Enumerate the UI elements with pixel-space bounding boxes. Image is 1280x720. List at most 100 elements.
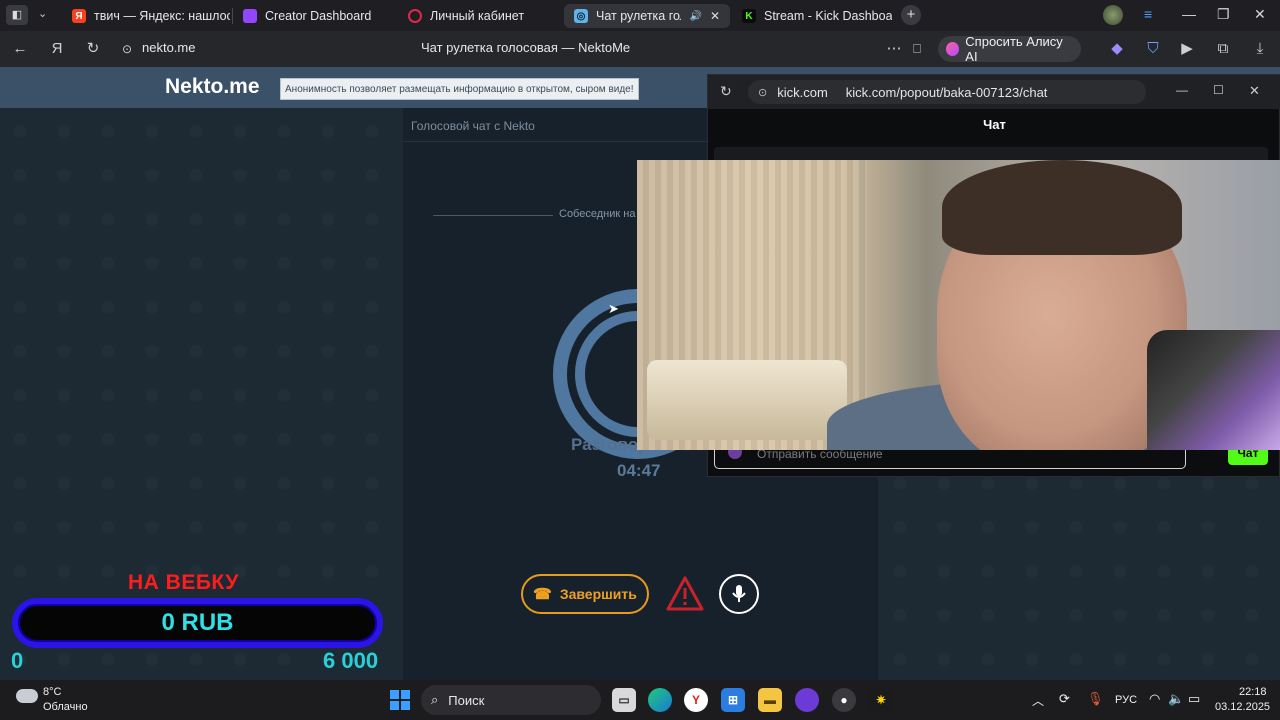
goal-progress-bar: 0 RUB (12, 598, 383, 648)
popout-minimize-icon[interactable]: — (1176, 83, 1188, 97)
yandex-home-icon[interactable]: Я (47, 39, 67, 59)
tab-label: твич — Яндекс: нашлось (94, 9, 230, 23)
mouse-cursor-icon: ➤ (608, 301, 619, 316)
close-window-icon[interactable]: ✕ (1254, 6, 1266, 23)
clock-time[interactable]: 22:18 (1239, 686, 1267, 698)
tab-label: Stream - Kick Dashboard (764, 9, 892, 23)
sync-icon[interactable]: ⟳ (1059, 691, 1070, 707)
site-info-icon: ⊙ (758, 86, 768, 99)
close-tab-icon[interactable]: ✕ (710, 9, 720, 23)
store-icon[interactable]: ⊞ (721, 688, 745, 712)
kick-icon: K (742, 9, 756, 23)
tab-voice-chat-roulette[interactable]: ◎ Чат рулетка голосов 🔊 ✕ (564, 4, 730, 28)
reload-icon[interactable]: ↻ (83, 39, 103, 59)
yandex-icon: Я (72, 9, 86, 23)
webcam-feed (637, 160, 1280, 450)
peer-status-text: Собеседник на (559, 208, 636, 220)
goal-current-amount: 0 RUB (161, 609, 234, 636)
restore-window-icon[interactable]: ❐ (1217, 6, 1230, 23)
bookmark-icon[interactable]: ⎕ (907, 39, 927, 59)
input-language[interactable]: РУС (1115, 694, 1137, 706)
panel-title: Голосовой чат с Nekto (411, 119, 535, 133)
twitch-icon (243, 9, 257, 23)
alice-label: Спросить Алису AI (965, 34, 1063, 64)
tab-yandex-search[interactable]: Я твич — Яндекс: нашлось (62, 4, 230, 28)
call-timer: 04:47 (617, 461, 661, 480)
collections-icon[interactable]: ⧉ (1213, 39, 1233, 59)
hangup-icon: ☎ (533, 586, 552, 603)
nekto-icon: ◎ (574, 9, 588, 23)
search-icon: ⌕ (431, 692, 439, 707)
opera-icon (408, 9, 422, 23)
new-tab-plus-icon[interactable]: + (901, 5, 921, 25)
tab-label: Creator Dashboard (265, 9, 372, 23)
wifi-icon[interactable]: ◠ (1149, 691, 1160, 707)
tab-creator-dashboard[interactable]: Creator Dashboard (233, 4, 393, 28)
back-arrow-icon[interactable]: ← (10, 39, 30, 59)
end-call-button[interactable]: ☎ Завершить (521, 574, 649, 614)
page-title: Чат рулетка голосовая — NektoMe (421, 40, 631, 55)
sidebar-toggle-icon[interactable]: ◧ (6, 5, 28, 25)
extension-shield-icon[interactable]: ⛉ (1143, 39, 1163, 59)
ask-alice-button[interactable]: Спросить Алису AI (938, 34, 1081, 64)
rgb-microphone (1147, 330, 1280, 450)
popout-url-field[interactable]: ⊙ kick.com kick.com/popout/baka-007123/c… (748, 80, 1146, 104)
popout-domain: kick.com (777, 84, 828, 100)
windows-taskbar: 8°C Облачно ⌕ Поиск ▭ Y ⊞ ▬ ● ✷ ︿ ⟳ 🎙 РУ… (0, 680, 1280, 720)
more-options-icon[interactable]: ⋯ (884, 39, 904, 59)
profile-avatar[interactable] (1103, 5, 1123, 25)
tabs-list-icon[interactable]: ≡ (1144, 6, 1152, 22)
streamer-hair (942, 160, 1182, 255)
goal-title: НА ВЕБКУ (128, 571, 239, 594)
browser-address-bar: ← Я ↻ ⊙ nekto.me Чат рулетка голосовая —… (0, 31, 1280, 67)
download-icon[interactable]: ⤓ (1250, 39, 1270, 59)
goal-max-value: 6 000 (323, 648, 379, 673)
chat-title: Чат (983, 117, 1006, 132)
search-label: Поиск (448, 692, 485, 708)
tab-label: Личный кабинет (430, 9, 525, 23)
cloud-weather-icon[interactable] (16, 689, 38, 703)
end-call-label: Завершить (559, 586, 637, 602)
microphone-button[interactable] (719, 574, 759, 614)
tray-chevron-icon[interactable]: ︿ (1032, 692, 1044, 709)
spark-app-icon[interactable]: ✷ (869, 688, 893, 712)
taskbar-search[interactable]: ⌕ Поиск (421, 685, 601, 715)
popout-reload-icon[interactable]: ↻ (720, 83, 732, 100)
goal-min-value: 0 (11, 648, 24, 673)
browser-tab-bar: ◧ ⌄ Я твич — Яндекс: нашлось Creator Das… (0, 0, 1280, 31)
edge-icon[interactable] (648, 688, 672, 712)
media-play-icon[interactable]: ▶ (1177, 39, 1197, 59)
status-divider (433, 215, 553, 216)
speaker-icon[interactable]: 🔊 (689, 11, 701, 22)
volume-icon[interactable]: 🔈 (1168, 691, 1184, 707)
popout-close-icon[interactable]: ✕ (1249, 83, 1260, 99)
app-icon-notification[interactable]: ● (832, 688, 856, 712)
windows-start-icon[interactable] (388, 688, 412, 712)
popout-maximize-icon[interactable]: ☐ (1213, 83, 1224, 97)
report-warning-icon[interactable] (665, 575, 705, 613)
tab-kick-dashboard[interactable]: K Stream - Kick Dashboard (732, 4, 892, 28)
pinned-message-bar[interactable] (714, 147, 1268, 161)
bed (647, 360, 847, 440)
extension-gamepad-icon[interactable]: ◆ (1107, 39, 1127, 59)
minimize-window-icon[interactable]: — (1182, 6, 1196, 22)
tabs-menu-chevron-icon[interactable]: ⌄ (38, 7, 47, 20)
clock-date[interactable]: 03.12.2025 (1215, 701, 1270, 713)
microphone-icon (732, 585, 746, 602)
obs-icon[interactable] (795, 688, 819, 712)
file-explorer-icon[interactable]: ▬ (758, 688, 782, 712)
yandex-browser-icon[interactable]: Y (684, 688, 708, 712)
nekto-tagline: Анонимность позволяет размещать информац… (280, 78, 639, 100)
tab-personal-cabinet[interactable]: Личный кабинет (398, 4, 558, 28)
alice-icon (946, 42, 960, 56)
popout-url: kick.com/popout/baka-007123/chat (845, 84, 1048, 100)
url-field[interactable]: nekto.me (142, 40, 195, 55)
task-view-icon[interactable]: ▭ (612, 688, 636, 712)
battery-icon[interactable]: ▭ (1188, 691, 1200, 707)
weather-description[interactable]: Облачно (43, 701, 88, 713)
tray-microphone-icon[interactable]: 🎙 (1087, 691, 1104, 707)
site-info-icon[interactable]: ⊙ (117, 39, 137, 59)
weather-temperature[interactable]: 8°C (43, 686, 61, 698)
nekto-logo[interactable]: Nekto.me (165, 75, 260, 99)
tab-label: Чат рулетка голосов (596, 9, 681, 23)
